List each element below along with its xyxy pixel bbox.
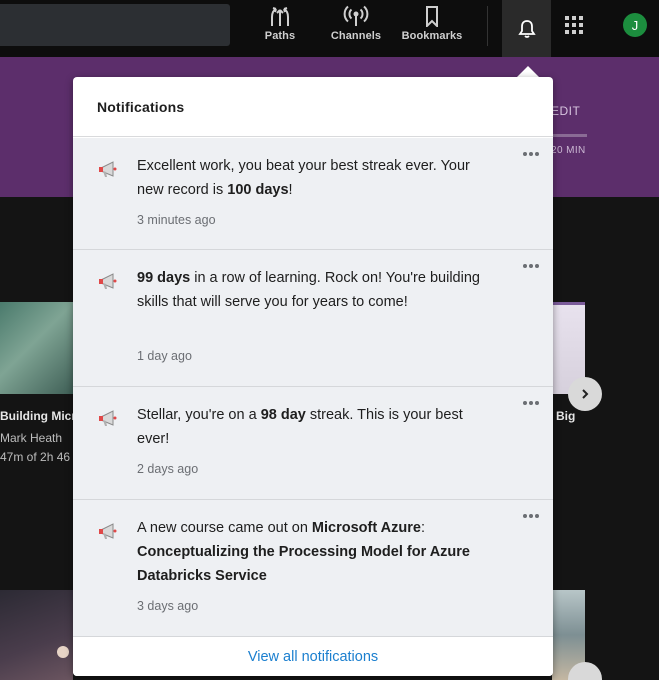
chevron-right-icon (582, 389, 589, 399)
notification-text: Excellent work, you beat your best strea… (137, 158, 470, 198)
notification-time: 3 minutes ago (137, 213, 216, 227)
nav-channels[interactable]: Channels (326, 0, 386, 57)
notification-item[interactable]: 99 days in a row of learning. Rock on! Y… (73, 250, 553, 387)
paths-icon (271, 7, 289, 26)
course-thumbnail[interactable] (0, 590, 73, 680)
view-all-notifications-link[interactable]: View all notifications (248, 649, 378, 665)
more-options-button[interactable] (523, 514, 539, 520)
nav-bookmarks-label: Bookmarks (401, 30, 463, 42)
notifications-footer: View all notifications (73, 637, 553, 676)
broadcast-icon (343, 5, 369, 26)
notification-text: Stellar, you're on a 98 day streak. This… (137, 407, 463, 447)
apps-grid-icon (565, 16, 569, 20)
bookmark-icon (426, 6, 438, 27)
banner-progress-bar (551, 134, 587, 137)
nav-channels-label: Channels (330, 30, 382, 42)
top-nav: Paths Channels Bookmarks J (0, 0, 659, 57)
thumbnail-detail (57, 646, 69, 658)
megaphone-icon (99, 161, 117, 177)
course-author: Mark Heath (0, 431, 63, 445)
course-title[interactable]: Big (556, 409, 575, 423)
apps-grid-button[interactable] (562, 13, 586, 37)
notification-item[interactable]: A new course came out on Microsoft Azure… (73, 500, 553, 637)
megaphone-icon (99, 410, 117, 426)
nav-paths-label: Paths (264, 30, 296, 42)
ellipsis-icon (523, 514, 527, 518)
more-options-button[interactable] (523, 264, 539, 270)
search-input[interactable] (0, 4, 230, 46)
notification-text: A new course came out on Microsoft Azure… (137, 520, 470, 584)
notifications-title: Notifications (97, 99, 185, 115)
banner-time: 20 MIN (551, 145, 586, 156)
nav-paths[interactable]: Paths (255, 0, 305, 57)
notification-item[interactable]: Excellent work, you beat your best strea… (73, 138, 553, 250)
ellipsis-icon (523, 264, 527, 268)
notifications-panel: Notifications Excellent work, you beat y… (73, 77, 553, 676)
app-page: Paths Channels Bookmarks J EDIT 20 MIN B… (0, 0, 659, 680)
notification-text: 99 days in a row of learning. Rock on! Y… (137, 270, 480, 310)
notification-time: 1 day ago (137, 349, 192, 363)
course-title[interactable]: Building Micr (0, 409, 73, 423)
more-options-button[interactable] (523, 152, 539, 158)
notification-time: 2 days ago (137, 462, 199, 476)
bell-icon (517, 19, 536, 38)
ellipsis-icon (523, 401, 527, 405)
notifications-header: Notifications (73, 77, 553, 137)
nav-bookmarks[interactable]: Bookmarks (398, 0, 466, 57)
dropdown-caret (517, 66, 539, 77)
megaphone-icon (99, 523, 117, 539)
ellipsis-icon (523, 152, 527, 156)
avatar[interactable]: J (623, 13, 647, 37)
notification-time: 3 days ago (137, 599, 199, 613)
nav-divider (487, 6, 488, 46)
banner-edit-link[interactable]: EDIT (551, 104, 580, 118)
carousel-next-button[interactable] (568, 377, 602, 411)
notification-item[interactable]: Stellar, you're on a 98 day streak. This… (73, 387, 553, 500)
megaphone-icon (99, 273, 117, 289)
notifications-button[interactable] (502, 0, 551, 57)
course-progress: 47m of 2h 46 (0, 450, 71, 464)
more-options-button[interactable] (523, 401, 539, 407)
course-thumbnail[interactable] (0, 302, 73, 394)
